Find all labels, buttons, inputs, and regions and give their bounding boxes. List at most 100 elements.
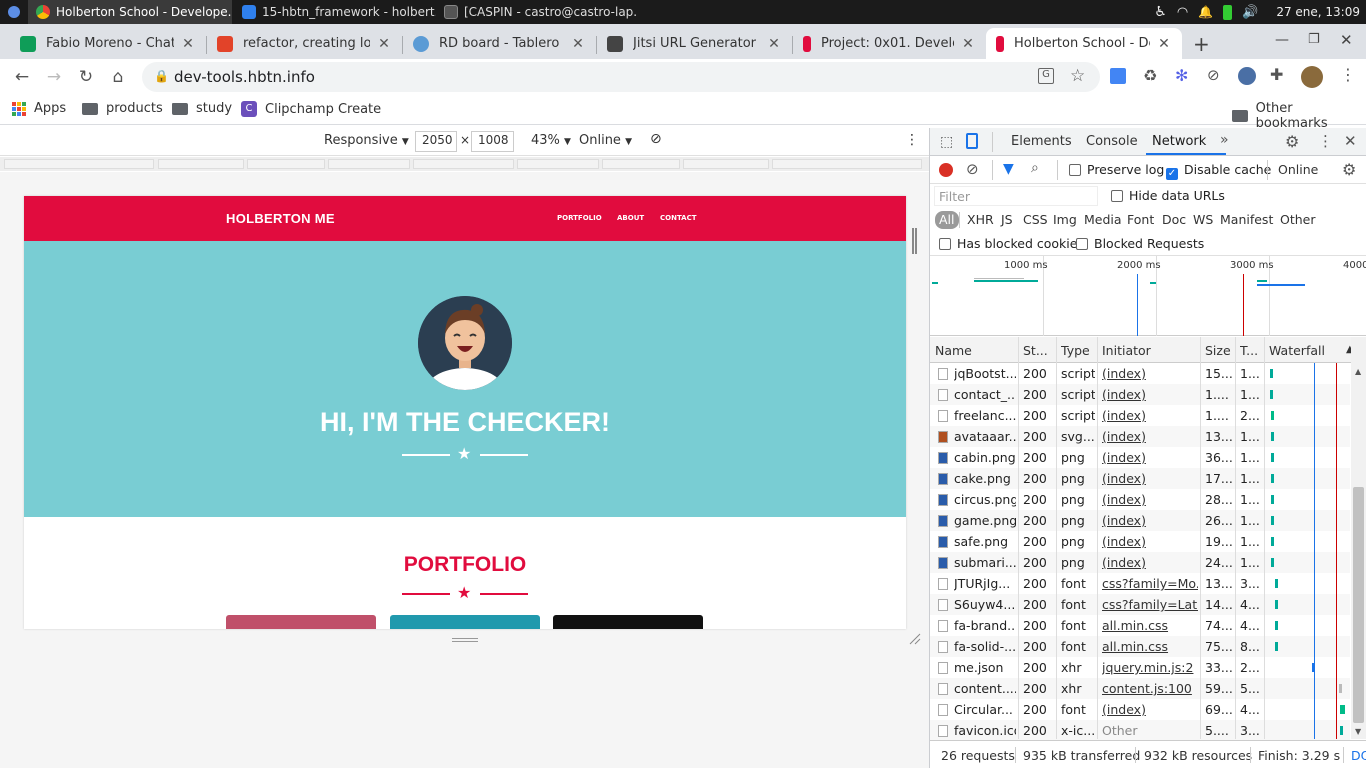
portfolio-item-thumbnail[interactable] <box>226 615 376 629</box>
network-throttle-select[interactable]: Online <box>1278 162 1318 177</box>
portfolio-item-thumbnail[interactable] <box>390 615 540 629</box>
media-query-bar[interactable] <box>328 159 410 169</box>
request-row[interactable]: freelanc... 200 script (index) 1.... 2... <box>930 405 1350 426</box>
zoom-select[interactable]: 43% ▼ <box>531 133 571 148</box>
bookmark-apps[interactable]: Apps <box>12 101 66 116</box>
request-initiator[interactable]: (index) <box>1102 702 1198 717</box>
clock[interactable]: 27 ene, 13:09 <box>1276 5 1360 19</box>
tab-project[interactable]: Project: 0x01. Develope ✕ <box>793 28 986 59</box>
rotate-icon[interactable]: ⊘ <box>650 131 662 147</box>
media-query-bar[interactable] <box>602 159 680 169</box>
media-query-bar[interactable] <box>4 159 154 169</box>
type-filter-xhr[interactable]: XHR <box>967 212 994 227</box>
request-initiator[interactable]: (index) <box>1102 429 1198 444</box>
device-toggle-icon[interactable] <box>966 133 978 149</box>
request-table-scrollbar[interactable]: ▲ ▼ <box>1351 337 1366 739</box>
request-row[interactable]: Circular... 200 font (index) 69... 4... <box>930 699 1350 720</box>
column-initiator[interactable]: Initiator <box>1102 343 1151 358</box>
close-devtools-icon[interactable]: ✕ <box>1344 132 1357 150</box>
network-settings-gear-icon[interactable]: ⚙ <box>1342 160 1356 179</box>
taskbar-window-terminal[interactable]: [CASPIN - castro@castro-lap... <box>436 0 636 24</box>
column-type[interactable]: Type <box>1061 343 1090 358</box>
media-query-bar[interactable] <box>683 159 769 169</box>
window-minimize-button[interactable]: — <box>1275 32 1289 48</box>
tab-gitlab[interactable]: refactor, creating login c ✕ <box>207 28 402 59</box>
scrollbar-thumb[interactable] <box>1353 487 1364 723</box>
column-size[interactable]: Size <box>1205 343 1231 358</box>
inspect-element-icon[interactable]: ⬚ <box>940 134 953 150</box>
type-filter-css[interactable]: CSS <box>1023 212 1048 227</box>
taskbar-window-vscode[interactable]: 15-hbtn_framework - holbert... <box>234 0 436 24</box>
new-tab-button[interactable]: + <box>1193 32 1210 56</box>
window-maximize-button[interactable]: ❐ <box>1308 32 1320 47</box>
request-initiator[interactable]: all.min.css <box>1102 618 1198 633</box>
request-initiator[interactable]: all.min.css <box>1102 639 1198 654</box>
media-query-bar[interactable] <box>158 159 244 169</box>
clear-icon[interactable]: ⊘ <box>966 160 979 178</box>
request-initiator[interactable]: (index) <box>1102 534 1198 549</box>
nav-link-portfolio[interactable]: PORTFOLIO <box>557 214 602 222</box>
filter-funnel-icon[interactable]: ▼ <box>1003 161 1014 177</box>
window-close-button[interactable]: ✕ <box>1340 31 1353 49</box>
pane-resize-splitter[interactable] <box>912 228 917 254</box>
close-icon[interactable]: ✕ <box>570 36 586 52</box>
wifi-icon[interactable]: ◠ <box>1177 5 1188 20</box>
type-filter-js[interactable]: JS <box>1001 212 1013 227</box>
bookmark-products[interactable]: products <box>82 101 163 116</box>
has-blocked-cookies-checkbox[interactable]: Has blocked cookies <box>939 236 1084 251</box>
type-filter-other[interactable]: Other <box>1280 212 1316 227</box>
bookmark-star-icon[interactable]: ☆ <box>1070 66 1085 86</box>
menu-kebab-icon[interactable]: ⋮ <box>1340 65 1356 84</box>
request-row[interactable]: safe.png 200 png (index) 19... 1... <box>930 531 1350 552</box>
request-row[interactable]: S6uyw4... 200 font css?family=Lat... 14... 4.… <box>930 594 1350 615</box>
request-initiator[interactable]: css?family=Lat... <box>1102 597 1198 612</box>
request-row[interactable]: fa-brand... 200 font all.min.css 74... 4... <box>930 615 1350 636</box>
translate-icon[interactable]: G <box>1038 68 1054 84</box>
request-initiator[interactable]: css?family=Mo... <box>1102 576 1198 591</box>
close-icon[interactable]: ✕ <box>180 36 196 52</box>
request-initiator[interactable]: (index) <box>1102 555 1198 570</box>
throttle-select[interactable]: Online ▼ <box>579 133 632 148</box>
type-filter-img[interactable]: Img <box>1053 212 1077 227</box>
block-extension-icon[interactable]: ⊘ <box>1207 66 1220 84</box>
request-row[interactable]: cake.png 200 png (index) 17... 1... <box>930 468 1350 489</box>
request-row[interactable]: me.json 200 xhr jquery.min.js:2 33... 2... <box>930 657 1350 678</box>
close-icon[interactable]: ✕ <box>960 36 976 52</box>
media-query-bar[interactable] <box>772 159 922 169</box>
tab-rd-board[interactable]: RD board - Tablero ágil ✕ <box>403 28 596 59</box>
address-bar[interactable]: 🔒 dev-tools.hbtn.info G ☆ <box>142 62 1100 92</box>
record-icon[interactable] <box>939 163 953 177</box>
tab-elements[interactable]: Elements <box>1011 134 1072 149</box>
profile-avatar[interactable] <box>1301 66 1323 88</box>
type-filter-font[interactable]: Font <box>1127 212 1154 227</box>
type-filter-all[interactable]: All <box>935 211 959 229</box>
lock-icon[interactable]: 🔒 <box>154 69 169 83</box>
notification-bell-icon[interactable]: 🔔 <box>1198 5 1213 19</box>
corner-resize-handle[interactable] <box>908 632 922 646</box>
bookmark-clipchamp[interactable]: C Clipchamp Create <box>241 101 381 117</box>
more-tabs-icon[interactable]: » <box>1220 132 1229 148</box>
blocked-requests-checkbox[interactable]: Blocked Requests <box>1076 236 1204 251</box>
device-menu-kebab-icon[interactable]: ⋮ <box>905 132 919 148</box>
device-select[interactable]: Responsive ▼ <box>324 133 409 148</box>
request-row[interactable]: jqBootst... 200 script (index) 15... 1... <box>930 363 1350 384</box>
tab-holberton-active[interactable]: Holberton School - Dev ✕ <box>986 28 1182 59</box>
request-row[interactable]: cabin.png 200 png (index) 36... 1... <box>930 447 1350 468</box>
type-filter-media[interactable]: Media <box>1084 212 1122 227</box>
column-waterfall[interactable]: Waterfall <box>1269 343 1325 358</box>
filter-input[interactable]: Filter <box>934 186 1098 206</box>
request-initiator[interactable]: (index) <box>1102 513 1198 528</box>
scroll-down-icon[interactable]: ▼ <box>1355 727 1361 736</box>
request-initiator[interactable]: (index) <box>1102 387 1198 402</box>
type-filter-manifest[interactable]: Manifest <box>1220 212 1273 227</box>
bottom-resize-handle[interactable] <box>452 636 478 644</box>
request-row[interactable]: game.png 200 png (index) 26... 1... <box>930 510 1350 531</box>
home-button[interactable]: ⌂ <box>106 65 130 89</box>
request-initiator[interactable]: (index) <box>1102 471 1198 486</box>
request-row[interactable]: JTURjIg... 200 font css?family=Mo... 13... 3.… <box>930 573 1350 594</box>
request-row[interactable]: circus.png 200 png (index) 28... 1... <box>930 489 1350 510</box>
media-query-bar[interactable] <box>517 159 599 169</box>
battery-icon[interactable] <box>1223 4 1233 20</box>
media-query-bar[interactable] <box>413 159 514 169</box>
column-name[interactable]: Name <box>935 343 972 358</box>
